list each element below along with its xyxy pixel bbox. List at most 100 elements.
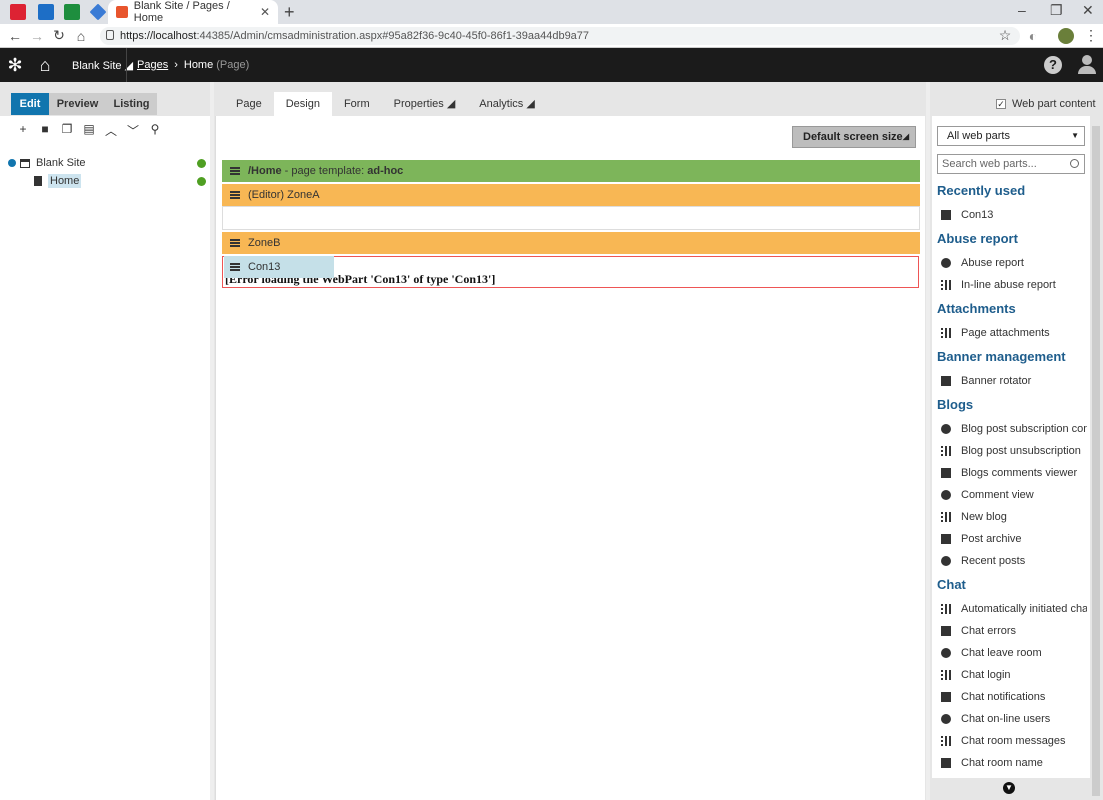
zone-b-bar[interactable]: ZoneB [222, 232, 920, 254]
user-icon[interactable] [1078, 55, 1096, 75]
webpart-item[interactable]: Chat notifications [937, 686, 1087, 708]
close-tab-icon[interactable]: ✕ [260, 5, 270, 19]
webpart-icon [941, 648, 951, 658]
document-icon[interactable]: ▤ [78, 122, 100, 139]
search-icon[interactable]: ⚲ [144, 122, 166, 139]
dashboard-home-icon[interactable]: ⌂ [30, 55, 60, 76]
webpart-icon [941, 490, 951, 500]
minimize-icon[interactable]: – [1018, 2, 1026, 18]
tab-analytics[interactable]: Analytics ◢ [467, 92, 547, 116]
browser-menu-icon[interactable]: ⋮ [1080, 27, 1102, 44]
webpart-item[interactable]: New blog [937, 506, 1087, 528]
webpart-item[interactable]: Post archive [937, 528, 1087, 550]
webpart-icon [941, 604, 951, 614]
webpart-icon [941, 736, 951, 746]
webpart-item[interactable]: Blogs comments viewer [937, 462, 1087, 484]
webpart-search-input[interactable]: Search web parts... [937, 154, 1085, 174]
mode-preview[interactable]: Preview [49, 93, 106, 115]
webpart-item[interactable]: Comment view [937, 484, 1087, 506]
reload-icon[interactable]: ↻ [48, 27, 70, 44]
menu-handle-icon[interactable] [230, 239, 240, 247]
webpart-content-toggle[interactable]: ✓ Web part content [996, 98, 1096, 110]
browser-tab-active[interactable]: Blank Site / Pages / Home ✕ [108, 0, 278, 24]
webpart-item-label: In-line abuse report [961, 279, 1056, 291]
forward-icon[interactable]: → [26, 28, 48, 44]
template-name: ad-hoc [367, 165, 404, 177]
collapse-icon[interactable] [8, 159, 16, 167]
move-up-icon[interactable]: ︿ [100, 122, 122, 139]
webpart-item[interactable]: Chat room messages [937, 730, 1087, 752]
menu-handle-icon[interactable] [230, 263, 240, 271]
webpart-item[interactable]: Chat leave room [937, 642, 1087, 664]
add-icon[interactable]: + [12, 122, 34, 139]
tree-node-root[interactable]: Blank Site [8, 154, 206, 172]
page-icon [34, 176, 42, 186]
webpart-item[interactable]: Abuse report [937, 252, 1087, 274]
webpart-item[interactable]: In-line abuse report [937, 274, 1087, 296]
menu-handle-icon[interactable] [230, 167, 240, 175]
menu-handle-icon[interactable] [230, 191, 240, 199]
webpart-name: Con13 [248, 261, 281, 273]
webpart-item[interactable]: Automatically initiated chat [937, 598, 1087, 620]
new-tab-button[interactable]: + [284, 2, 295, 23]
left-splitter[interactable] [210, 82, 214, 800]
webpart-item[interactable]: Page attachments [937, 322, 1087, 344]
bookmark-star-icon[interactable]: ☆ [994, 27, 1016, 44]
search-icon[interactable] [1070, 159, 1079, 168]
webpart-item[interactable]: Banner rotator [937, 370, 1087, 392]
tab-design[interactable]: Design [273, 92, 332, 116]
kentico-favicon-icon [116, 6, 128, 18]
webpart-item-label: Chat room name [961, 757, 1043, 769]
webpart-item[interactable]: Blog post subscription con... [937, 418, 1087, 440]
home-icon[interactable]: ⌂ [70, 28, 92, 44]
pinned-tab-jira-icon[interactable] [89, 3, 107, 21]
webpart-item[interactable]: Blog post unsubscription [937, 440, 1087, 462]
scroll-down-icon[interactable]: ▼ [1003, 782, 1015, 794]
mode-edit[interactable]: Edit [11, 93, 49, 115]
tab-form[interactable]: Form [332, 92, 382, 116]
webpart-filter-select[interactable]: All web parts ▼ [937, 126, 1085, 146]
tab-title: Blank Site / Pages / Home [133, 0, 230, 24]
webpart-item[interactable]: Chat login [937, 664, 1087, 686]
webpart-item[interactable]: Recent posts [937, 550, 1087, 572]
zone-a-bar[interactable]: (Editor) ZoneA [222, 184, 920, 206]
move-down-icon[interactable]: ﹀ [122, 122, 144, 139]
checkbox-checked-icon[interactable]: ✓ [996, 99, 1006, 109]
pinned-tab-outlook-icon[interactable] [38, 4, 54, 20]
help-icon[interactable]: ? [1044, 56, 1062, 74]
webpart-item[interactable]: Con13 [937, 204, 1087, 226]
main-area: Edit Preview Listing + ■ ❐ ▤ ︿ ﹀ ⚲ Blank… [0, 82, 1103, 800]
template-bar[interactable]: /Home - page template: ad-hoc [222, 160, 920, 182]
tab-properties[interactable]: Properties ◢ [382, 92, 468, 116]
webpart-item-label: Chat errors [961, 625, 1017, 637]
webpart-item[interactable]: Chat on-line users [937, 708, 1087, 730]
delete-icon[interactable]: ■ [34, 122, 56, 139]
restore-icon[interactable]: ❐ [1050, 2, 1063, 19]
pinned-tab-icon[interactable] [10, 4, 26, 20]
webpart-item[interactable]: Chat room name [937, 752, 1087, 774]
kentico-logo-icon[interactable]: ✻ [0, 55, 30, 76]
breadcrumb-pages-link[interactable]: Pages [137, 59, 168, 71]
tab-properties-label: Properties [393, 98, 444, 110]
copy-icon[interactable]: ❐ [56, 122, 78, 139]
webpart-icon [941, 376, 951, 386]
tab-page[interactable]: Page [215, 92, 274, 116]
webpart-item[interactable]: Chat errors [937, 620, 1087, 642]
close-window-icon[interactable]: ✕ [1082, 2, 1094, 19]
webpart-icon [941, 446, 951, 456]
extension-icon[interactable]: ◐ [1022, 28, 1044, 44]
tree-node-home[interactable]: Home [8, 172, 206, 190]
right-splitter[interactable] [926, 82, 930, 800]
toolbox-scrollbar[interactable] [1092, 126, 1100, 796]
webpart-icon [941, 468, 951, 478]
mode-listing[interactable]: Listing [106, 93, 157, 115]
url-field[interactable]: https://localhost:44385/Admin/cmsadminis… [100, 27, 1020, 45]
webpart-header[interactable]: Con13 [224, 256, 334, 278]
chevron-down-icon: ▼ [1071, 131, 1079, 140]
screen-size-button[interactable]: Default screen size ◢ [792, 126, 916, 148]
breadcrumb-type: (Page) [216, 59, 250, 71]
pinned-tab-sheets-icon[interactable] [64, 4, 80, 20]
back-icon[interactable]: ← [4, 28, 26, 44]
profile-avatar[interactable] [1058, 28, 1074, 44]
site-selector[interactable]: Blank Site ◢ [72, 59, 133, 72]
